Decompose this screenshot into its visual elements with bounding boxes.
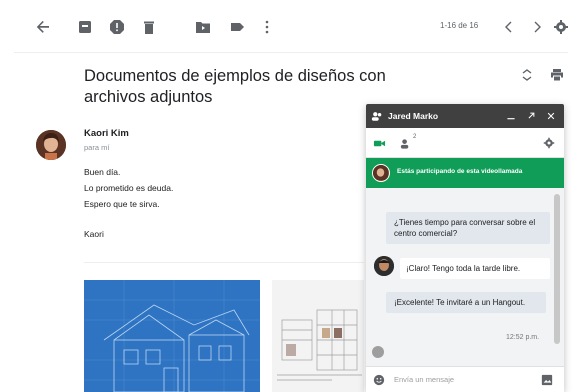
contact-avatar [374, 256, 394, 276]
people-icon [370, 109, 384, 123]
message-timestamp: 12:52 p.m. [506, 334, 540, 341]
email-subject: Documentos de ejemplos de diseños con ar… [84, 67, 386, 106]
participant-count: 2 [413, 134, 417, 140]
settings-gear-icon[interactable] [552, 18, 570, 36]
close-icon[interactable] [544, 109, 558, 123]
pagination-text: 1-16 de 16 [440, 21, 479, 30]
sender-avatar[interactable] [36, 130, 66, 160]
message-input[interactable]: Envía un mensaje [394, 375, 454, 384]
label-icon[interactable] [228, 18, 246, 36]
toolbar: 1-16 de 16 [0, 0, 582, 52]
more-vert-icon[interactable] [258, 18, 276, 36]
body-line: Espero que te sirva. [84, 199, 160, 209]
video-call-icon[interactable] [372, 136, 386, 150]
chat-toolbar: 2 [366, 128, 564, 158]
chat-scrollbar[interactable] [554, 194, 560, 344]
message-outgoing: ¡Excelente! Te invitaré a un Hangout. [386, 292, 546, 313]
attachment-blueprint-thumbnail[interactable] [84, 280, 260, 392]
chat-window: Jared Marko 2 Estás participando de esta… [366, 104, 564, 392]
chat-title: Jared Marko [388, 111, 439, 121]
print-icon[interactable] [550, 68, 566, 84]
chat-input-bar: Envía un mensaje [366, 366, 564, 392]
minimize-icon[interactable] [504, 109, 518, 123]
read-receipt-avatar [372, 346, 384, 358]
message-incoming: ¡Claro! Tengo toda la tarde libre. [400, 258, 550, 279]
videocall-banner[interactable]: Estás participando de esta videollamada [366, 158, 564, 188]
banner-text: Estás participando de esta videollamada [397, 168, 523, 175]
conversation-area: ¿Tienes tiempo para conversar sobre el c… [366, 188, 564, 366]
popout-icon[interactable] [524, 109, 538, 123]
add-people-icon[interactable] [398, 136, 412, 150]
delete-icon[interactable] [140, 18, 158, 36]
archive-icon[interactable] [76, 18, 94, 36]
toolbar-divider [14, 52, 568, 53]
message-outgoing: ¿Tienes tiempo para conversar sobre el c… [386, 212, 550, 244]
chat-header[interactable]: Jared Marko [366, 104, 564, 128]
report-spam-icon[interactable] [108, 18, 126, 36]
recipient-label[interactable]: para mí [84, 143, 109, 152]
signature: Kaori [84, 229, 104, 239]
sender-name: Kaori Kim [84, 128, 129, 139]
attachments-divider [84, 262, 364, 263]
body-line: Lo prometido es deuda. [84, 183, 174, 193]
chat-settings-icon[interactable] [542, 136, 556, 150]
attachment-architecture-thumbnail[interactable] [272, 280, 364, 392]
back-arrow-icon[interactable] [34, 18, 52, 36]
chevron-right-icon[interactable] [528, 18, 546, 36]
chevron-left-icon[interactable] [500, 18, 518, 36]
image-attach-icon[interactable] [540, 373, 554, 387]
move-to-icon[interactable] [194, 18, 212, 36]
banner-avatar [372, 164, 390, 182]
emoji-icon[interactable] [372, 373, 386, 387]
expand-collapse-icon[interactable] [520, 68, 536, 84]
body-line: Buen día. [84, 167, 121, 177]
